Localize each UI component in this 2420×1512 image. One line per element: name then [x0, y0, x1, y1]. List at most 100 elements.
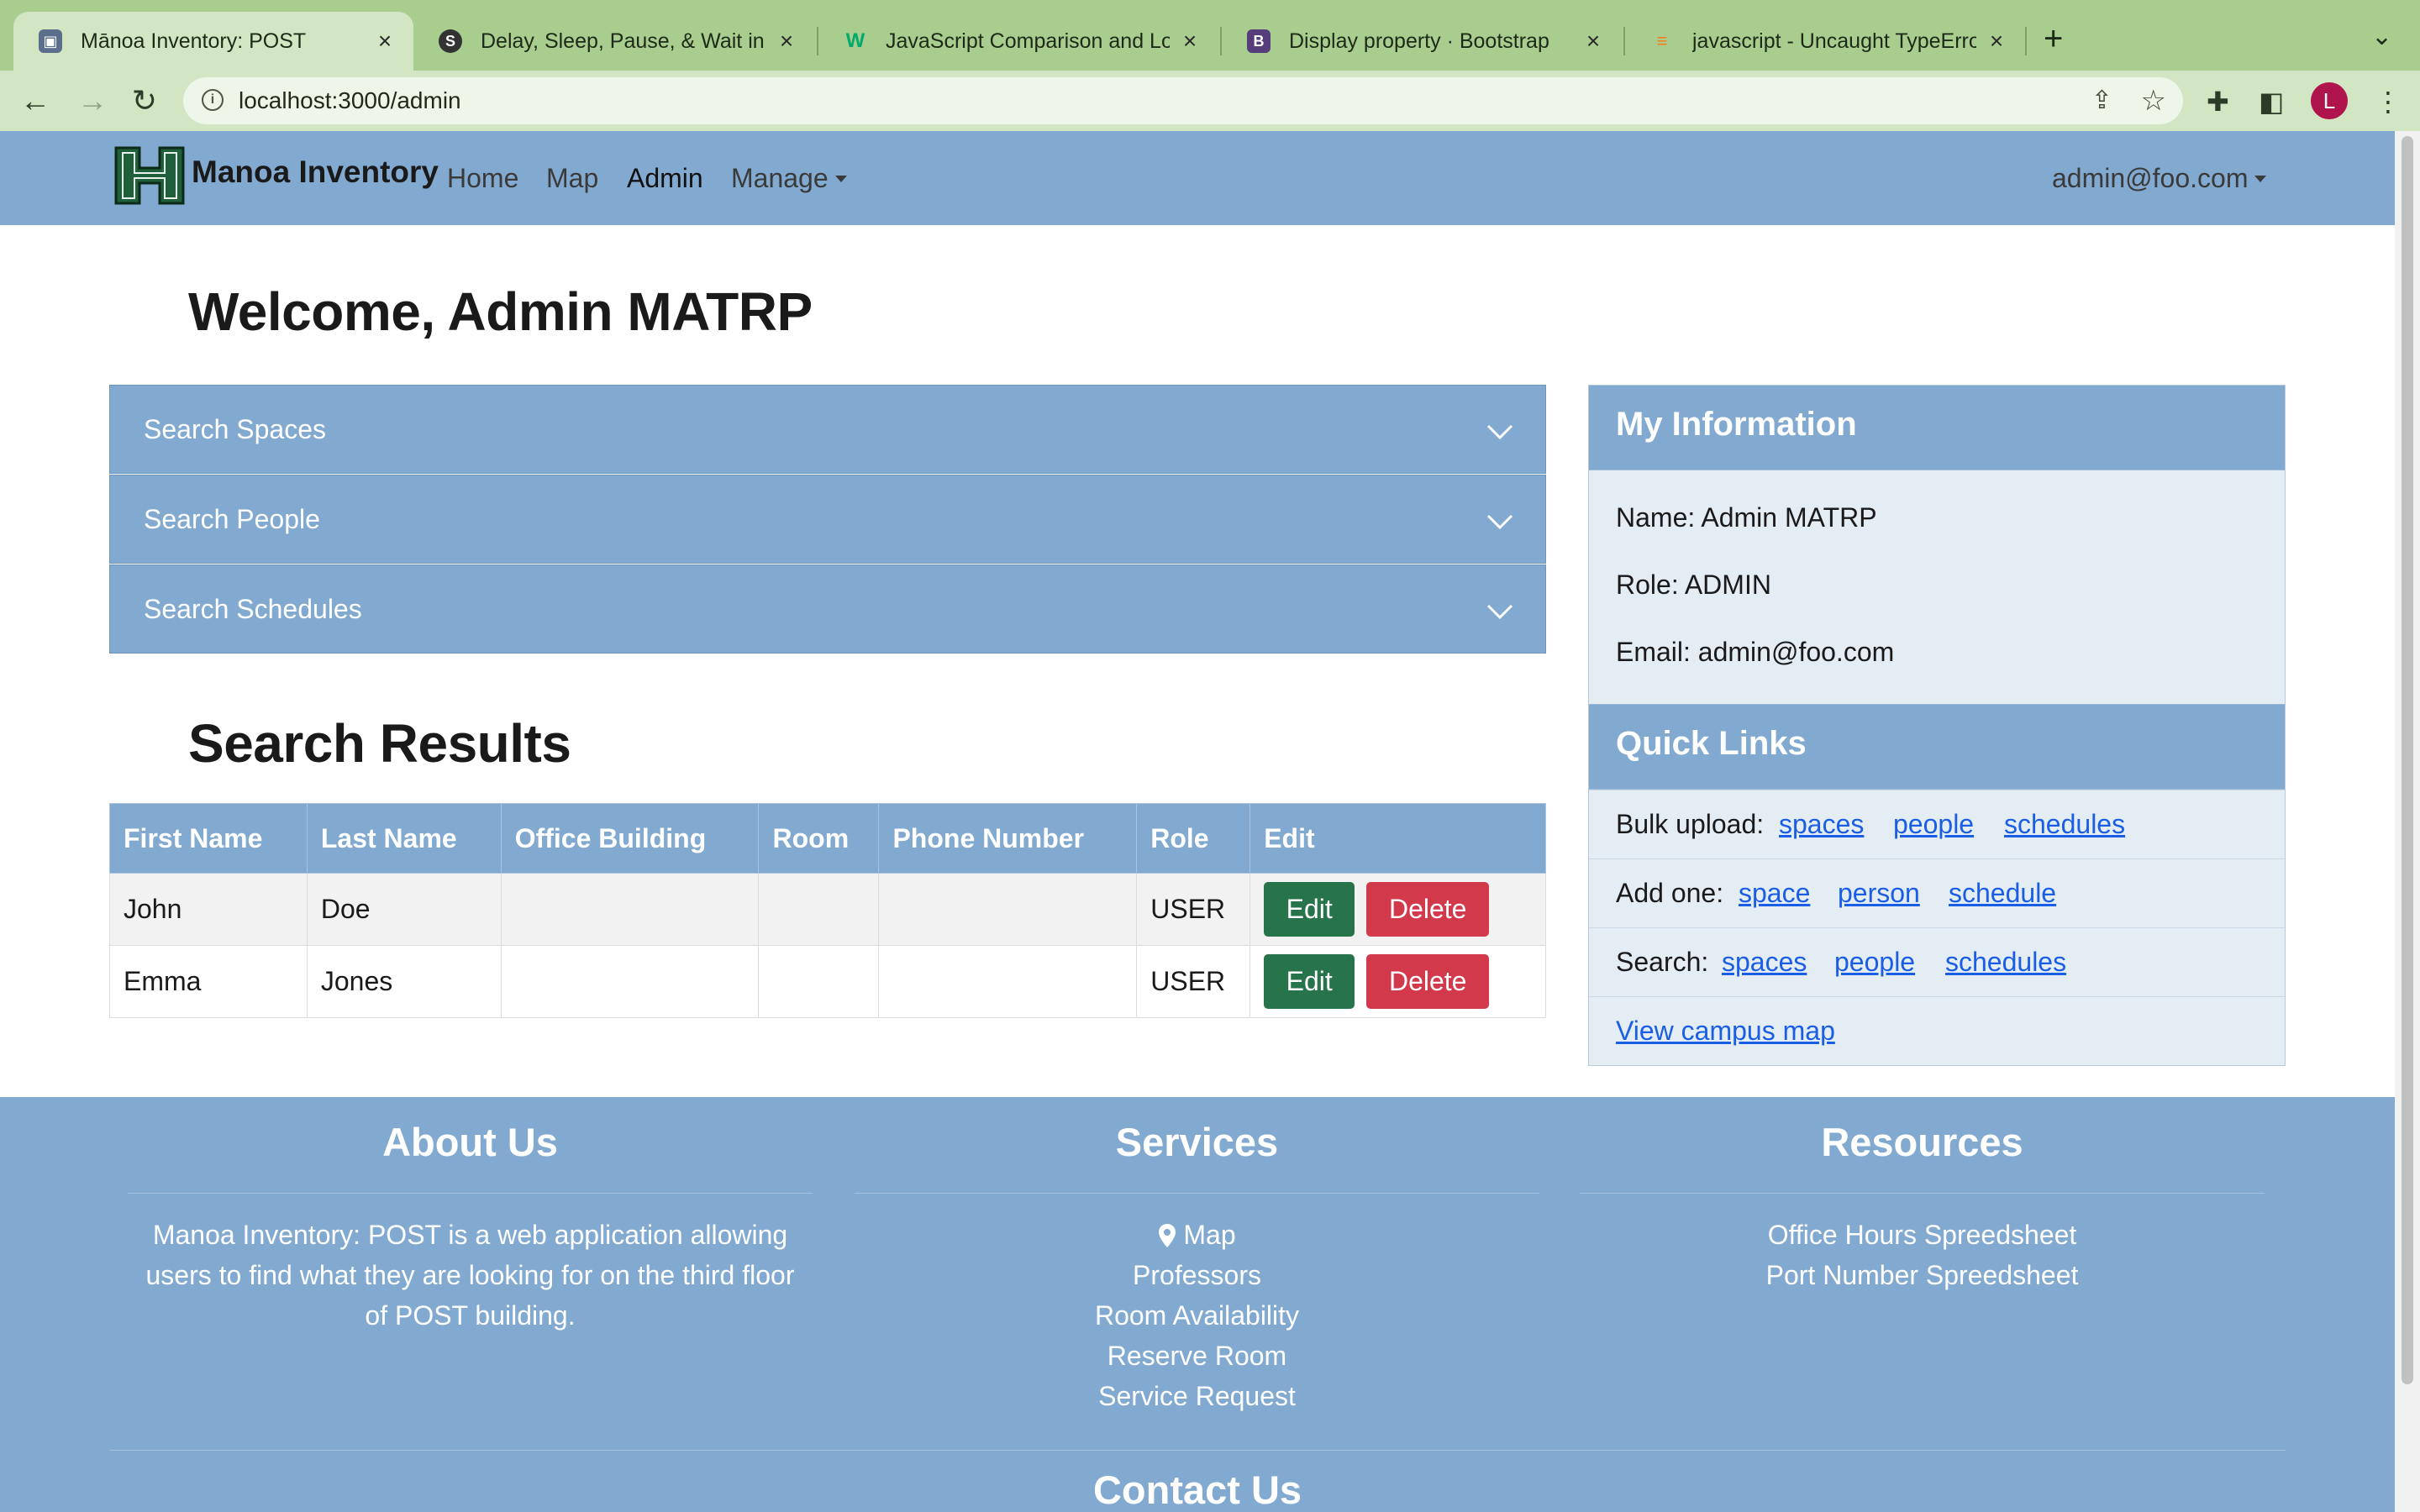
nav-admin-link[interactable]: Admin — [627, 163, 703, 194]
user-menu-dropdown[interactable]: admin@foo.com — [2052, 163, 2266, 194]
nav-home-link[interactable]: Home — [447, 163, 518, 194]
column-header: First Name — [109, 803, 308, 874]
results-heading: Search Results — [188, 713, 571, 774]
scrollbar-thumb[interactable] — [2402, 136, 2413, 1384]
quick-links-header: Quick Links — [1589, 704, 2285, 790]
site-footer: About Us Manoa Inventory: POST is a web … — [0, 1097, 2395, 1512]
bulk-upload-label: Bulk upload: — [1616, 809, 1765, 839]
brand-name[interactable]: Manoa Inventory — [192, 155, 439, 190]
footer-about-text: Manoa Inventory: POST is a web applicati… — [128, 1215, 813, 1336]
cell-phone — [878, 945, 1138, 1018]
tab-title: JavaScript Comparison and Logical Operat… — [886, 29, 1170, 53]
cell-actions: Edit Delete — [1249, 945, 1546, 1018]
chevron-down-icon — [1486, 514, 1513, 530]
forward-arrow-icon[interactable]: → — [76, 83, 109, 118]
footer-divider — [1580, 1193, 2265, 1194]
footer-room-availability-link[interactable]: Room Availability — [855, 1295, 1539, 1336]
info-name: Name: Admin MATRP — [1616, 502, 1877, 533]
tab-close-icon[interactable]: × — [1986, 29, 2007, 53]
map-pin-icon — [1159, 1224, 1176, 1247]
edit-button[interactable]: Edit — [1264, 882, 1355, 937]
footer-service-request-link[interactable]: Service Request — [855, 1376, 1539, 1416]
search-label: Search: — [1616, 947, 1709, 977]
tab-close-icon[interactable]: × — [1180, 29, 1200, 53]
footer-services-title: Services — [1115, 1120, 1279, 1164]
nav-manage-dropdown[interactable]: Manage — [731, 163, 847, 194]
card-title: Quick Links — [1616, 725, 1807, 762]
reload-icon[interactable]: ↻ — [128, 83, 161, 118]
accordion-search-people[interactable]: Search People — [109, 475, 1546, 564]
chevron-down-icon — [1486, 604, 1513, 620]
accordion-label: Search Spaces — [144, 414, 327, 444]
tab-search-chevron-icon[interactable]: ⌄ — [2371, 22, 2392, 51]
footer-office-hours-link[interactable]: Office Hours Spreedsheet — [1580, 1215, 2265, 1255]
view-campus-map-link[interactable]: View campus map — [1616, 1016, 1835, 1047]
browser-tab[interactable]: W JavaScript Comparison and Logical Oper… — [818, 12, 1218, 71]
browser-tab[interactable]: S Delay, Sleep, Pause, & Wait in JavaScr… — [413, 12, 815, 71]
page-viewport: Manoa Inventory Home Map Admin Manage ad… — [0, 131, 2395, 1512]
add-schedule-link[interactable]: schedule — [1949, 878, 2056, 909]
site-navbar: Manoa Inventory Home Map Admin Manage ad… — [0, 131, 2395, 225]
bulk-upload-row: Bulk upload: spaces people schedules — [1589, 790, 2285, 858]
address-bar[interactable]: i localhost:3000/admin ⇪ ☆ — [183, 77, 2183, 124]
browser-menu-icon[interactable]: ⋮ — [2375, 86, 2402, 118]
bulk-upload-schedules-link[interactable]: schedules — [2004, 809, 2125, 840]
new-tab-plus-icon[interactable]: + — [2044, 22, 2063, 55]
extensions-puzzle-icon[interactable]: ✚ — [2207, 86, 2229, 118]
footer-map-link[interactable]: Map — [855, 1215, 1539, 1255]
add-space-link[interactable]: space — [1739, 878, 1810, 909]
page-title: Welcome, Admin MATRP — [188, 281, 813, 342]
tab-title: Display property · Bootstrap — [1289, 29, 1549, 53]
column-header: Role — [1136, 803, 1251, 874]
delete-button[interactable]: Delete — [1366, 882, 1490, 937]
bulk-upload-people-link[interactable]: people — [1893, 809, 1974, 840]
footer-professors-link[interactable]: Professors — [855, 1255, 1539, 1295]
hawaii-h-logo-icon[interactable] — [113, 144, 187, 207]
column-header: Edit — [1249, 803, 1546, 874]
browser-tab-active[interactable]: ▣ Mānoa Inventory: POST × — [13, 12, 413, 71]
site-info-icon[interactable]: i — [202, 89, 224, 111]
cell-last-name: Doe — [306, 873, 502, 946]
tab-close-icon[interactable]: × — [1583, 29, 1603, 53]
browser-tab[interactable]: B Display property · Bootstrap × — [1222, 12, 1622, 71]
bulk-upload-spaces-link[interactable]: spaces — [1779, 809, 1864, 840]
cell-last-name: Jones — [306, 945, 502, 1018]
search-schedules-link[interactable]: schedules — [1945, 947, 2066, 978]
tab-close-icon[interactable]: × — [776, 29, 797, 53]
address-url[interactable]: localhost:3000/admin — [239, 87, 461, 114]
app-favicon-icon: ▣ — [39, 29, 62, 53]
footer-reserve-room-link[interactable]: Reserve Room — [855, 1336, 1539, 1376]
column-header: Last Name — [306, 803, 502, 874]
search-row: Search: spaces people schedules — [1589, 927, 2285, 996]
share-icon[interactable]: ⇪ — [2091, 86, 2112, 115]
search-people-link[interactable]: people — [1834, 947, 1915, 978]
tab-title: Delay, Sleep, Pause, & Wait in JavaScrip… — [481, 29, 766, 53]
chevron-down-icon — [1486, 424, 1513, 440]
bookmark-star-icon[interactable]: ☆ — [2141, 84, 2166, 118]
my-information-card: My Information Name: Admin MATRP Role: A… — [1588, 385, 2286, 1066]
browser-toolbar: ← → ↻ i localhost:3000/admin ⇪ ☆ ✚ ◧ L ⋮ — [0, 71, 2420, 131]
footer-resources-list: Office Hours Spreedsheet Port Number Spr… — [1580, 1215, 2265, 1295]
accordion-search-schedules[interactable]: Search Schedules — [109, 564, 1546, 654]
cell-role: USER — [1136, 945, 1251, 1018]
delete-button[interactable]: Delete — [1366, 954, 1490, 1009]
tab-close-icon[interactable]: × — [375, 29, 395, 53]
column-header: Office Building — [500, 803, 760, 874]
edit-button[interactable]: Edit — [1264, 954, 1355, 1009]
page-scrollbar[interactable] — [2395, 131, 2420, 1512]
add-person-link[interactable]: person — [1838, 878, 1920, 909]
back-arrow-icon[interactable]: ← — [18, 83, 52, 118]
browser-tab[interactable]: ≡ javascript - Uncaught TypeError × — [1625, 12, 2025, 71]
footer-port-number-link[interactable]: Port Number Spreedsheet — [1580, 1255, 2265, 1295]
side-panel-icon[interactable]: ◧ — [2259, 86, 2284, 118]
bootstrap-favicon-icon: B — [1247, 29, 1270, 53]
cell-office-building — [500, 873, 760, 946]
footer-divider — [128, 1193, 813, 1194]
nav-map-link[interactable]: Map — [546, 163, 598, 194]
info-email: Email: admin@foo.com — [1616, 637, 1895, 667]
search-accordion: Search Spaces Search People Search Sched… — [109, 385, 1546, 654]
search-spaces-link[interactable]: spaces — [1722, 947, 1807, 978]
accordion-search-spaces[interactable]: Search Spaces — [109, 385, 1546, 474]
profile-avatar[interactable]: L — [2311, 82, 2348, 119]
table-row: John Doe USER Edit Delete — [109, 873, 1546, 946]
